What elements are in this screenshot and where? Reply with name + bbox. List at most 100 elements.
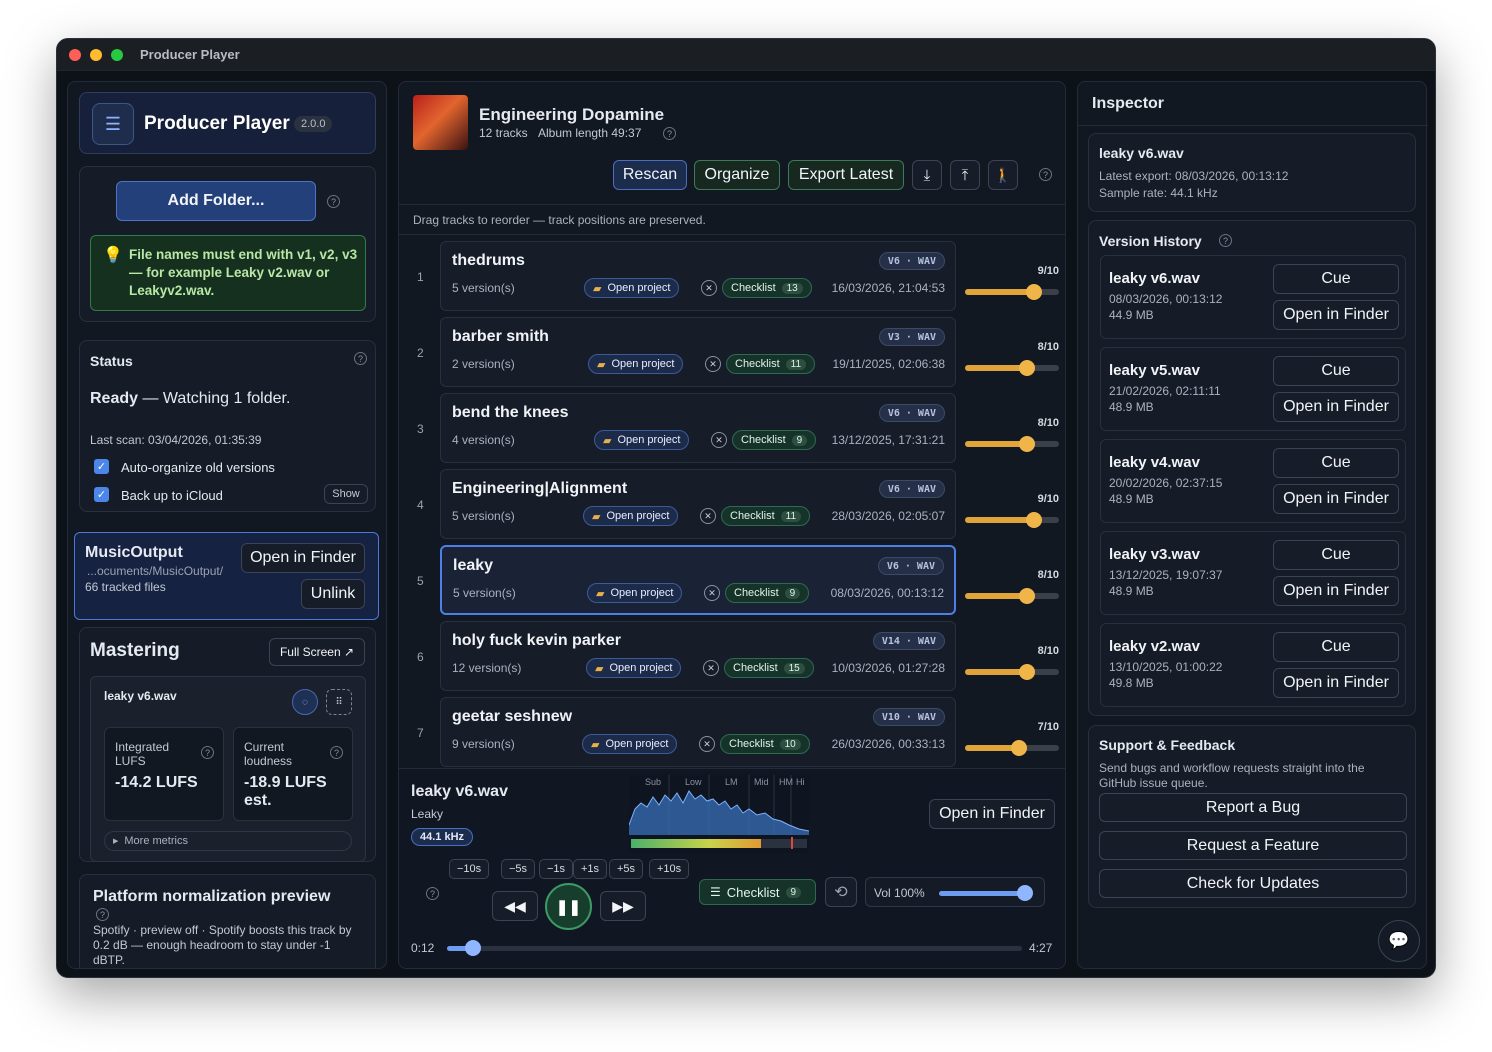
rating-knob[interactable] (1018, 664, 1035, 680)
version-open-finder-button[interactable]: Open in Finder (1273, 668, 1399, 698)
track-row[interactable]: bend the knees V6 · WAV 4 version(s) ▰ Op… (440, 393, 956, 463)
rating-knob[interactable] (1018, 436, 1035, 452)
seek-button[interactable]: +1s (573, 859, 608, 879)
unlink-project-icon[interactable]: ✕ (699, 736, 715, 752)
seek-button[interactable]: +10s (649, 859, 690, 879)
report-bug-button[interactable]: Report a Bug (1099, 793, 1407, 822)
rating-slider[interactable] (965, 588, 1059, 604)
track-row[interactable]: leaky V6 · WAV 5 version(s) ▰ Open projec… (440, 545, 956, 615)
request-feature-button[interactable]: Request a Feature (1099, 831, 1407, 860)
open-project-button[interactable]: ▰ Open project (586, 658, 682, 678)
open-project-button[interactable]: ▰ Open project (582, 734, 678, 754)
help-icon[interactable]: ? (96, 908, 109, 921)
rating-knob[interactable] (1026, 512, 1043, 528)
version-open-finder-button[interactable]: Open in Finder (1273, 392, 1399, 422)
progress-bar[interactable] (447, 940, 1022, 956)
checklist-button[interactable]: Checklist 11 (726, 354, 816, 374)
volume-knob[interactable] (1017, 885, 1034, 901)
help-icon[interactable]: ? (426, 887, 439, 900)
checklist-button[interactable]: Checklist 15 (724, 658, 814, 678)
open-project-button[interactable]: ▰ Open project (583, 506, 679, 526)
auto-organize-checkbox[interactable]: ✓ (94, 459, 109, 474)
check-updates-button[interactable]: Check for Updates (1099, 869, 1407, 898)
minimize-window-button[interactable] (90, 48, 102, 61)
feedback-chat-icon[interactable]: 💬 (1378, 920, 1420, 962)
rewind-button[interactable]: ◀◀ (492, 891, 538, 921)
rating-slider[interactable] (965, 740, 1059, 756)
help-icon[interactable]: ? (354, 352, 367, 365)
cue-button[interactable]: Cue (1273, 264, 1399, 294)
track-row[interactable]: thedrums V6 · WAV 5 version(s) ▰ Open pro… (440, 241, 956, 311)
cue-button[interactable]: Cue (1273, 540, 1399, 570)
help-icon[interactable]: ? (663, 127, 676, 140)
unlink-project-icon[interactable]: ✕ (705, 356, 721, 372)
cue-button[interactable]: Cue (1273, 448, 1399, 478)
checklist-button[interactable]: Checklist 9 (732, 430, 817, 450)
grid-icon[interactable]: ⠿ (326, 689, 352, 715)
track-row[interactable]: holy fuck kevin parker V14 · WAV 12 vers… (440, 621, 956, 691)
rating-slider[interactable] (965, 360, 1059, 376)
help-icon[interactable]: ? (330, 746, 343, 759)
unlink-project-icon[interactable]: ✕ (703, 660, 719, 676)
unlink-project-icon[interactable]: ✕ (704, 585, 720, 601)
cue-button[interactable]: Cue (1273, 632, 1399, 662)
rating-slider[interactable] (965, 512, 1059, 528)
checklist-button[interactable]: Checklist 9 (725, 583, 810, 603)
fast-forward-button[interactable]: ▶▶ (600, 891, 646, 921)
export-latest-button[interactable]: Export Latest (788, 160, 904, 190)
unlink-project-icon[interactable]: ✕ (701, 280, 717, 296)
track-row[interactable]: barber smith V3 · WAV 2 version(s) ▰ Open… (440, 317, 956, 387)
unlink-project-icon[interactable]: ✕ (700, 508, 716, 524)
help-icon[interactable]: ? (327, 195, 340, 208)
help-icon[interactable]: ? (1219, 234, 1232, 247)
zoom-window-button[interactable] (111, 48, 123, 61)
seek-button[interactable]: −1s (539, 859, 574, 879)
full-screen-button[interactable]: Full Screen ↗ (269, 638, 365, 666)
checklist-button[interactable]: Checklist 10 (720, 734, 810, 754)
open-project-button[interactable]: ▰ Open project (588, 354, 684, 374)
add-folder-button[interactable]: Add Folder... (116, 181, 316, 221)
help-icon[interactable]: ? (1039, 168, 1052, 181)
seek-button[interactable]: −5s (501, 859, 536, 879)
pause-button[interactable]: ❚❚ (545, 883, 592, 930)
rating-knob[interactable] (1026, 284, 1043, 300)
progress-knob[interactable] (464, 940, 481, 956)
rating-slider[interactable] (965, 436, 1059, 452)
rating-knob[interactable] (1018, 588, 1035, 604)
rating-knob[interactable] (1010, 740, 1027, 756)
organize-button[interactable]: Organize (694, 160, 780, 190)
unlink-button[interactable]: Unlink (301, 579, 365, 609)
open-project-button[interactable]: ▰ Open project (584, 278, 680, 298)
version-open-finder-button[interactable]: Open in Finder (1273, 576, 1399, 606)
player-open-finder-button[interactable]: Open in Finder (929, 799, 1055, 829)
reference-icon[interactable]: ◌ (292, 689, 318, 715)
checklist-button[interactable]: Checklist 13 (722, 278, 812, 298)
help-icon[interactable]: ? (201, 746, 214, 759)
music-output-folder[interactable]: MusicOutput ...ocuments/MusicOutput/ 66 … (74, 532, 379, 620)
open-project-button[interactable]: ▰ Open project (587, 583, 683, 603)
show-button[interactable]: Show (324, 484, 368, 504)
folder-open-finder-button[interactable]: Open in Finder (241, 543, 365, 573)
seek-button[interactable]: −10s (449, 859, 490, 879)
rescan-button[interactable]: Rescan (613, 160, 687, 190)
version-open-finder-button[interactable]: Open in Finder (1273, 300, 1399, 330)
rating-slider[interactable] (965, 284, 1059, 300)
upload-icon[interactable]: ⤒ (950, 160, 980, 190)
repeat-icon[interactable]: ⟲ (825, 877, 857, 907)
download-icon[interactable]: ⤓ (912, 160, 942, 190)
walk-icon[interactable]: 🚶 (988, 160, 1018, 190)
icloud-checkbox[interactable]: ✓ (94, 487, 109, 502)
seek-button[interactable]: +5s (609, 859, 644, 879)
checklist-button[interactable]: Checklist 11 (721, 506, 811, 526)
track-row[interactable]: geetar seshnew V10 · WAV 9 version(s) ▰ O… (440, 697, 956, 767)
more-metrics-toggle[interactable]: ▶ More metrics (104, 831, 352, 851)
track-row[interactable]: Engineering|Alignment V6 · WAV 5 version… (440, 469, 956, 539)
open-project-button[interactable]: ▰ Open project (594, 430, 690, 450)
unlink-project-icon[interactable]: ✕ (711, 432, 727, 448)
close-window-button[interactable] (69, 48, 81, 61)
rating-knob[interactable] (1018, 360, 1035, 376)
volume-slider[interactable] (939, 885, 1034, 901)
rating-slider[interactable] (965, 664, 1059, 680)
version-open-finder-button[interactable]: Open in Finder (1273, 484, 1399, 514)
cue-button[interactable]: Cue (1273, 356, 1399, 386)
